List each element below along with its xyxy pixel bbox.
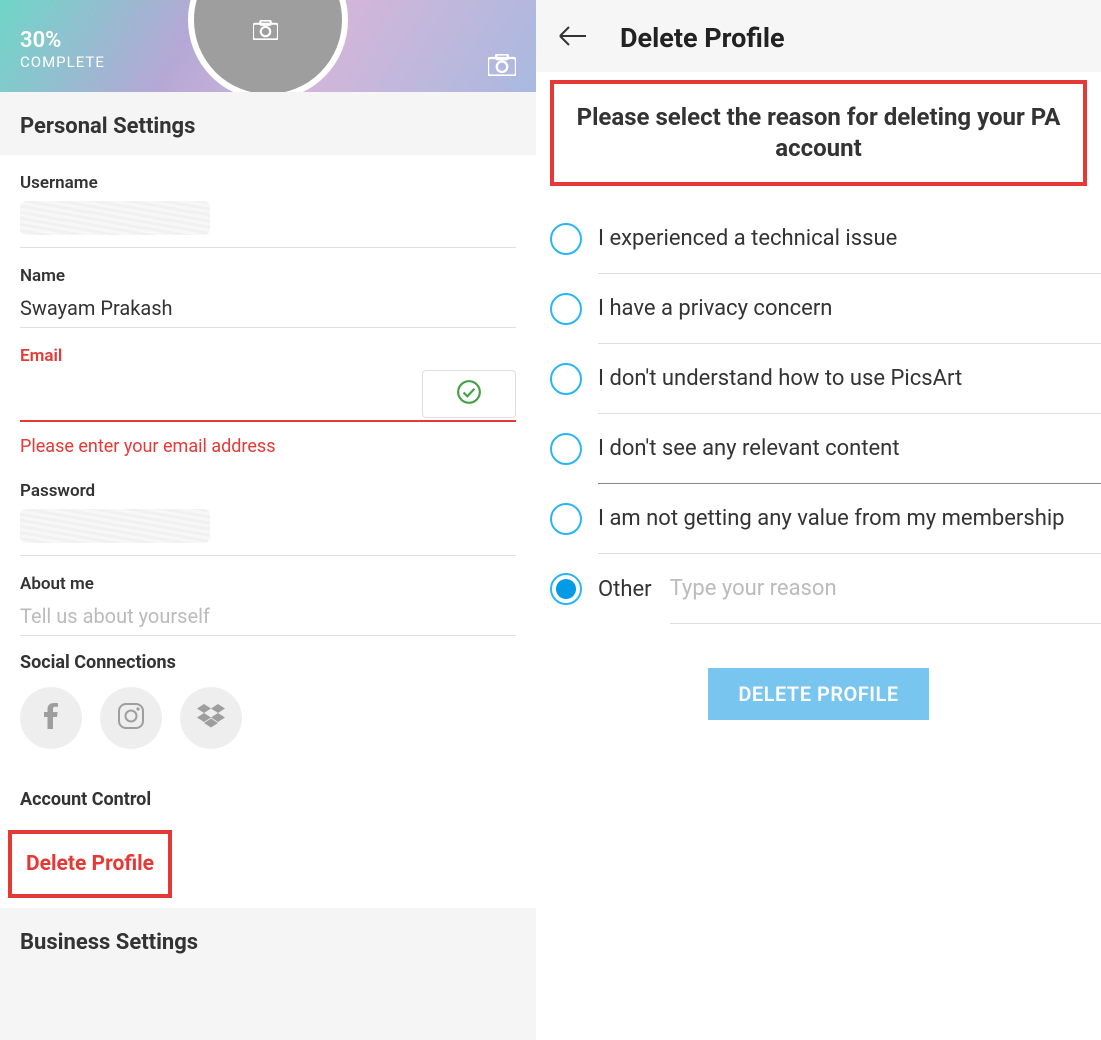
email-error-message: Please enter your email address — [20, 422, 516, 463]
other-label: Other — [598, 577, 652, 602]
radio-icon — [550, 503, 582, 535]
delete-profile-button[interactable]: DELETE PROFILE — [708, 668, 928, 720]
email-verify-button[interactable] — [422, 370, 516, 418]
reason-label: I don't see any relevant content — [598, 436, 900, 461]
account-control-heading: Account Control — [20, 789, 516, 824]
reason-option[interactable]: I don't understand how to use PicsArt — [550, 344, 1101, 414]
reason-option[interactable]: I have a privacy concern — [550, 274, 1101, 344]
reason-label: I don't understand how to use PicsArt — [598, 366, 962, 391]
checkmark-icon — [456, 379, 482, 409]
cover-camera-button[interactable] — [488, 54, 516, 80]
reason-label: I experienced a technical issue — [598, 226, 897, 251]
profile-progress: 30% COMPLETE — [20, 28, 105, 71]
radio-icon — [550, 573, 582, 605]
instagram-icon — [118, 703, 144, 733]
about-label: About me — [20, 574, 516, 602]
reason-option-other[interactable]: Other Type your reason — [550, 554, 1101, 624]
instagram-button[interactable] — [100, 687, 162, 749]
about-input[interactable]: Tell us about yourself — [20, 602, 516, 636]
reason-option[interactable]: I don't see any relevant content — [550, 414, 1101, 484]
facebook-button[interactable] — [20, 687, 82, 749]
facebook-icon — [44, 703, 58, 733]
username-label: Username — [20, 173, 516, 201]
name-label: Name — [20, 266, 516, 294]
password-label: Password — [20, 481, 516, 509]
radio-icon — [550, 223, 582, 255]
reason-option[interactable]: I experienced a technical issue — [550, 204, 1101, 274]
dropbox-button[interactable] — [180, 687, 242, 749]
delete-reason-list: I experienced a technical issue I have a… — [536, 186, 1101, 624]
radio-icon — [550, 293, 582, 325]
name-input[interactable]: Swayam Prakash — [20, 294, 516, 328]
radio-icon — [550, 433, 582, 465]
personal-settings-heading: Personal Settings — [0, 92, 536, 155]
delete-profile-panel: Delete Profile Please select the reason … — [536, 0, 1101, 1040]
reason-label: I have a privacy concern — [598, 296, 832, 321]
delete-profile-link[interactable]: Delete Profile — [8, 830, 172, 898]
reason-label: I am not getting any value from my membe… — [598, 506, 1065, 531]
business-settings-heading: Business Settings — [0, 908, 536, 965]
camera-icon — [253, 20, 278, 44]
progress-label: COMPLETE — [20, 53, 105, 71]
avatar-placeholder[interactable] — [188, 0, 348, 92]
username-input[interactable] — [20, 201, 210, 235]
radio-icon — [550, 363, 582, 395]
social-connections-heading: Social Connections — [20, 652, 516, 687]
other-reason-input[interactable]: Type your reason — [670, 572, 1101, 624]
arrow-left-icon — [558, 31, 588, 50]
progress-percent: 30% — [20, 28, 105, 53]
back-button[interactable] — [554, 22, 602, 54]
delete-reason-instruction: Please select the reason for deleting yo… — [550, 80, 1087, 186]
settings-panel: 30% COMPLETE Personal Settings Username … — [0, 0, 536, 1040]
dropbox-icon — [197, 704, 225, 732]
delete-profile-title: Delete Profile — [602, 22, 785, 54]
password-input[interactable] — [20, 509, 210, 543]
reason-option[interactable]: I am not getting any value from my membe… — [550, 484, 1101, 554]
profile-header: 30% COMPLETE — [0, 0, 536, 92]
